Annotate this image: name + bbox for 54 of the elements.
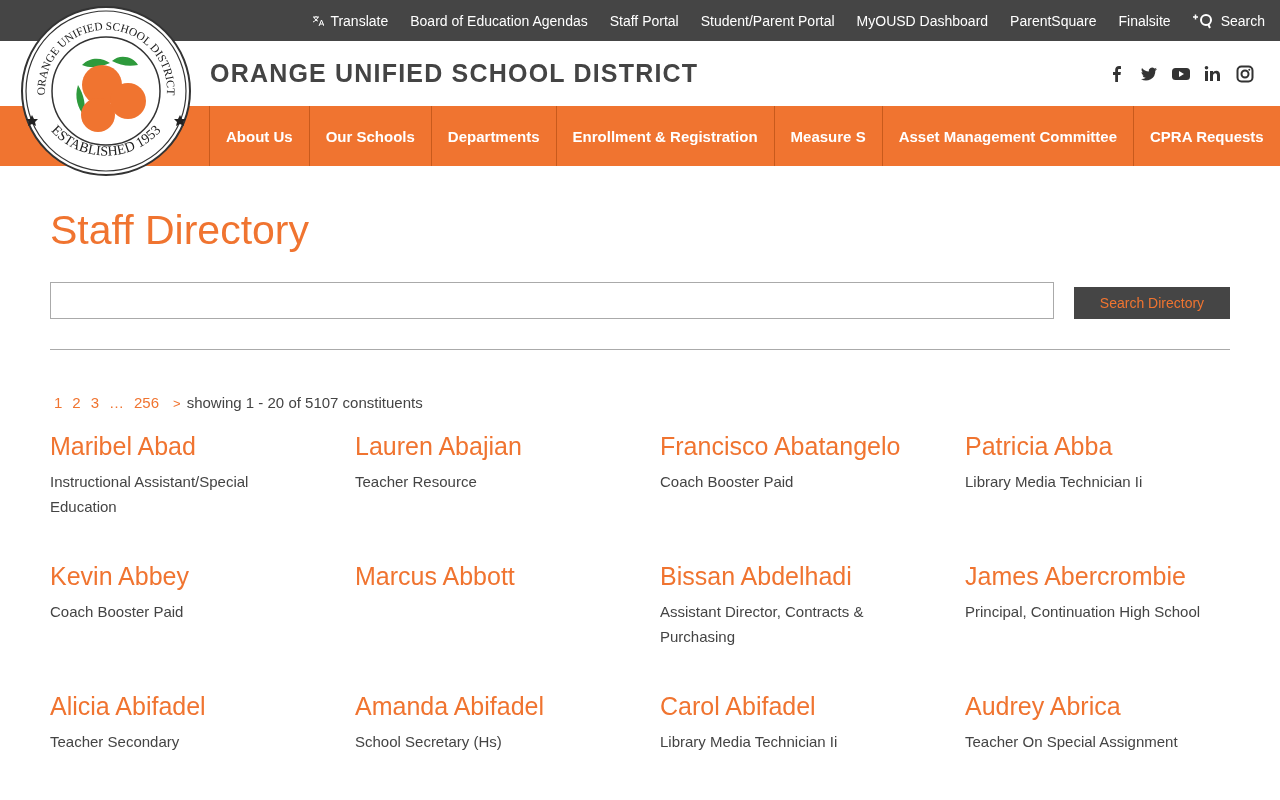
page-link[interactable]: 3 — [90, 394, 100, 411]
staff-name-link[interactable]: Patricia Abba — [965, 431, 1230, 461]
page-link[interactable]: 1 — [54, 394, 63, 411]
staff-job-title: Instructional Assistant/Special Education — [50, 472, 250, 517]
utility-link[interactable]: ParentSquare — [1010, 12, 1097, 29]
search-field[interactable] — [50, 282, 1054, 319]
staff-job-title: Library Media Technician Ii — [965, 472, 1144, 492]
utility-link[interactable]: Finalsite — [1118, 12, 1171, 29]
page-title: Staff Directory — [50, 206, 310, 254]
staff-job-title: Coach Booster Paid — [660, 472, 795, 492]
nav-item[interactable]: Measure S — [773, 106, 882, 166]
staff-name-link[interactable]: Lauren Abajian — [355, 431, 620, 461]
results-summary: showing 1 - 20 of 5107 constituents — [186, 394, 423, 411]
search-icon — [1192, 12, 1215, 29]
nav-item[interactable]: CPRA Requests — [1133, 106, 1280, 166]
staff-name-link[interactable]: Kevin Abbey — [50, 561, 315, 591]
page-link[interactable]: 256 — [134, 394, 160, 411]
staff-name-link[interactable]: Amanda Abifadel — [355, 691, 620, 721]
linkedin-icon[interactable] — [1204, 64, 1222, 83]
instagram-icon[interactable] — [1236, 64, 1254, 83]
site-title: ORANGE UNIFIED SCHOOL DISTRICT — [210, 59, 700, 88]
utility-link[interactable]: MyOUSD Dashboard — [856, 12, 989, 29]
staff-name-link[interactable]: Marcus Abbott — [355, 561, 620, 591]
page-link[interactable]: 2 — [72, 394, 81, 411]
staff-job-title: Teacher On Special Assignment — [965, 732, 1179, 752]
nav-item[interactable]: Enrollment & Registration — [555, 106, 774, 166]
staff-name-link[interactable]: James Abercrombie — [965, 561, 1230, 591]
utility-link[interactable]: Staff Portal — [609, 12, 679, 29]
staff-name-link[interactable]: Audrey Abrica — [965, 691, 1230, 721]
next-page-link[interactable]: > — [173, 396, 181, 411]
staff-job-title: Library Media Technician Ii — [660, 732, 839, 752]
translate-icon — [312, 14, 325, 27]
pagination-ellipsis: … — [109, 394, 125, 411]
staff-name-link[interactable]: Carol Abifadel — [660, 691, 925, 721]
staff-job-title: Teacher Secondary — [50, 732, 181, 752]
search-directory-button[interactable]: Search Directory — [1074, 286, 1230, 319]
twitter-icon[interactable] — [1140, 64, 1158, 83]
staff-job-title: Assistant Director, Contracts & Purchasing — [660, 602, 865, 647]
utility-link[interactable]: Student/Parent Portal — [700, 12, 835, 29]
nav-item[interactable]: Our Schools — [308, 106, 431, 166]
nav-item[interactable]: Asset Management Committee — [881, 106, 1134, 166]
nav-item[interactable]: About Us — [209, 106, 309, 166]
staff-name-link[interactable]: Francisco Abatangelo — [660, 431, 925, 461]
utility-link[interactable]: Board of Education Agendas — [410, 12, 588, 29]
utility-link[interactable]: Search — [1192, 12, 1265, 29]
staff-name-link[interactable]: Maribel Abad — [50, 431, 315, 461]
utility-link[interactable]: Translate — [312, 12, 389, 29]
staff-name-link[interactable]: Bissan Abdelhadi — [660, 561, 925, 591]
staff-job-title: Teacher Resource — [355, 472, 478, 492]
nav-item[interactable]: Departments — [430, 106, 556, 166]
staff-job-title: School Secretary (Hs) — [355, 732, 503, 752]
staff-job-title: Principal, Continuation High School — [965, 602, 1202, 622]
staff-job-title: Coach Booster Paid — [50, 602, 185, 622]
staff-name-link[interactable]: Alicia Abifadel — [50, 691, 315, 721]
